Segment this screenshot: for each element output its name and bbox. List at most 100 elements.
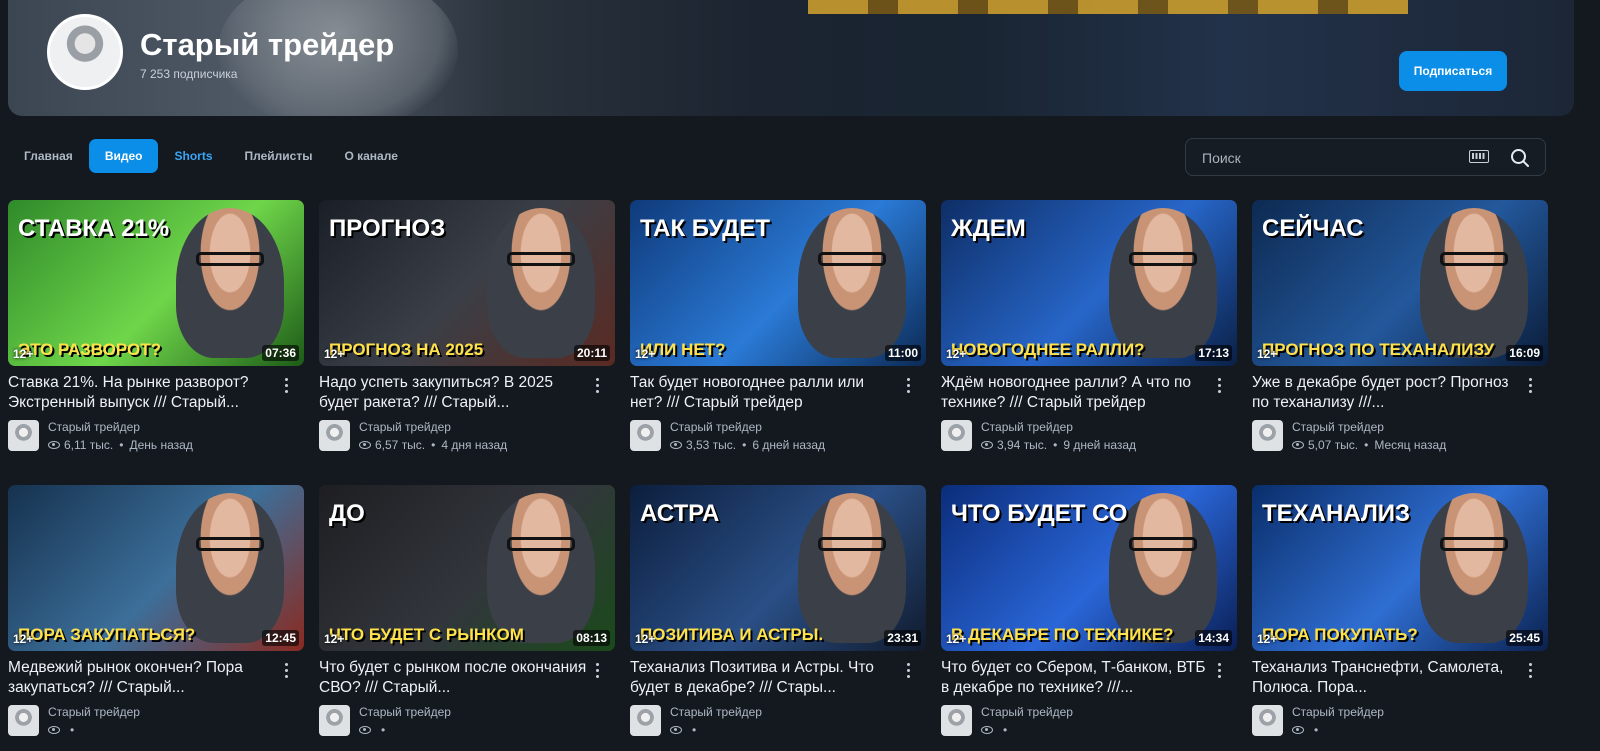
video-thumbnail[interactable]: ДО ЧТО БУДЕТ С РЫНКОМ 12+ 08:13 <box>319 485 615 651</box>
thumbnail-glasses <box>196 537 264 551</box>
age-rating-badge: 12+ <box>946 347 967 361</box>
tab-shorts[interactable]: Shorts <box>158 139 228 173</box>
video-thumbnail[interactable]: АСТРА ПОЗИТИВА И АСТРЫ. 12+ 23:31 <box>630 485 926 651</box>
video-channel-name[interactable]: Старый трейдер <box>981 705 1073 719</box>
search-icon[interactable] <box>1510 148 1530 168</box>
thumbnail-glasses <box>196 252 264 266</box>
views-eye-icon <box>359 726 371 734</box>
channel-avatar-small[interactable] <box>8 705 39 736</box>
video-card[interactable]: ЧТО БУДЕТ СО В ДЕКАБРЕ ПО ТЕХНИКЕ? 12+ 1… <box>941 485 1237 751</box>
video-card[interactable]: ТЕХАНАЛИЗ ПОРА ПОКУПАТЬ? 12+ 25:45 Техан… <box>1252 485 1548 751</box>
view-count: 6,11 тыс. <box>64 438 114 452</box>
channel-tabs: Главная Видео Shorts Плейлисты О канале <box>8 139 414 173</box>
video-card[interactable]: ПРОГНОЗ ПРОГНОЗ НА 2025 12+ 20:11 Надо у… <box>319 200 615 466</box>
video-title[interactable]: Ставка 21%. На рынке разворот? Экстренны… <box>8 373 276 413</box>
video-meta: • <box>1292 723 1324 737</box>
thumbnail-headline: СТАВКА 21% <box>18 215 170 242</box>
thumbnail-glasses <box>507 252 575 266</box>
video-meta: 3,94 тыс. • 9 дней назад <box>981 438 1136 452</box>
tab-about[interactable]: О канале <box>328 139 413 173</box>
age-rating-badge: 12+ <box>324 632 345 646</box>
more-options-icon[interactable] <box>1522 660 1538 682</box>
more-options-icon[interactable] <box>278 375 294 397</box>
more-options-icon[interactable] <box>278 660 294 682</box>
video-card[interactable]: ПОРА ЗАКУПАТЬСЯ? 12+ 12:45 Медвежий рыно… <box>8 485 304 751</box>
meta-separator: • <box>1053 438 1058 452</box>
video-thumbnail[interactable]: ЖДЕМ НОВОГОДНЕЕ РАЛЛИ? 12+ 17:13 <box>941 200 1237 366</box>
video-thumbnail[interactable]: ПОРА ЗАКУПАТЬСЯ? 12+ 12:45 <box>8 485 304 651</box>
channel-avatar-small[interactable] <box>1252 705 1283 736</box>
keyboard-icon[interactable] <box>1469 150 1489 163</box>
thumbnail-subtitle: ПРОГНОЗ НА 2025 <box>329 340 484 359</box>
video-title[interactable]: Что будет с рынком после окончания СВО? … <box>319 658 587 698</box>
video-card[interactable]: ЖДЕМ НОВОГОДНЕЕ РАЛЛИ? 12+ 17:13 Ждём но… <box>941 200 1237 466</box>
more-options-icon[interactable] <box>900 375 916 397</box>
video-card[interactable]: СТАВКА 21% ЭТО РАЗВОРОТ? 12+ 07:36 Ставк… <box>8 200 304 466</box>
thumbnail-headline: ТАК БУДЕТ <box>640 215 770 242</box>
more-options-icon[interactable] <box>1211 375 1227 397</box>
subscribe-button[interactable]: Подписаться <box>1399 51 1507 91</box>
thumbnail-person <box>176 493 284 643</box>
thumbnail-glasses <box>1440 537 1508 551</box>
tab-videos[interactable]: Видео <box>88 139 159 173</box>
video-title[interactable]: Медвежий рынок окончен? Пора закупаться?… <box>8 658 276 698</box>
video-channel-name[interactable]: Старый трейдер <box>1292 705 1384 719</box>
tab-home[interactable]: Главная <box>8 139 89 173</box>
view-count: 3,94 тыс. <box>997 438 1048 452</box>
search-box <box>1185 138 1546 177</box>
video-duration: 23:31 <box>884 630 921 646</box>
channel-avatar-small[interactable] <box>630 420 661 451</box>
more-options-icon[interactable] <box>900 660 916 682</box>
video-thumbnail[interactable]: ТЕХАНАЛИЗ ПОРА ПОКУПАТЬ? 12+ 25:45 <box>1252 485 1548 651</box>
thumbnail-person <box>1420 493 1528 643</box>
upload-date: Месяц назад <box>1374 438 1447 452</box>
upload-date: 4 дня назад <box>441 438 508 452</box>
video-channel-name[interactable]: Старый трейдер <box>670 705 762 719</box>
more-options-icon[interactable] <box>1211 660 1227 682</box>
video-thumbnail[interactable]: ЧТО БУДЕТ СО В ДЕКАБРЕ ПО ТЕХНИКЕ? 12+ 1… <box>941 485 1237 651</box>
video-channel-name[interactable]: Старый трейдер <box>670 420 762 434</box>
search-input[interactable] <box>1200 139 1454 177</box>
channel-avatar-small[interactable] <box>630 705 661 736</box>
video-thumbnail[interactable]: ПРОГНОЗ ПРОГНОЗ НА 2025 12+ 20:11 <box>319 200 615 366</box>
video-card[interactable]: ДО ЧТО БУДЕТ С РЫНКОМ 12+ 08:13 Что буде… <box>319 485 615 751</box>
video-meta: • <box>48 723 80 737</box>
video-title[interactable]: Уже в декабре будет рост? Прогноз по тех… <box>1252 373 1520 413</box>
video-channel-name[interactable]: Старый трейдер <box>359 420 451 434</box>
views-eye-icon <box>670 726 682 734</box>
video-meta: 6,57 тыс. • 4 дня назад <box>359 438 507 452</box>
video-title[interactable]: Надо успеть закупиться? В 2025 будет рак… <box>319 373 587 413</box>
video-title[interactable]: Так будет новогоднее ралли или нет? /// … <box>630 373 898 413</box>
channel-avatar-small[interactable] <box>941 420 972 451</box>
more-options-icon[interactable] <box>1522 375 1538 397</box>
video-card[interactable]: СЕЙЧАС ПРОГНОЗ ПО ТЕХАНАЛИЗУ 12+ 16:09 У… <box>1252 200 1548 466</box>
thumbnail-glasses <box>1129 537 1197 551</box>
video-channel-name[interactable]: Старый трейдер <box>1292 420 1384 434</box>
video-thumbnail[interactable]: ТАК БУДЕТ ИЛИ НЕТ? 12+ 11:00 <box>630 200 926 366</box>
video-channel-name[interactable]: Старый трейдер <box>48 420 140 434</box>
video-channel-name[interactable]: Старый трейдер <box>48 705 140 719</box>
channel-avatar-small[interactable] <box>319 420 350 451</box>
channel-avatar[interactable] <box>47 14 123 90</box>
video-title[interactable]: Ждём новогоднее ралли? А что по технике?… <box>941 373 1209 413</box>
channel-avatar-small[interactable] <box>319 705 350 736</box>
channel-avatar-small[interactable] <box>941 705 972 736</box>
age-rating-badge: 12+ <box>1257 347 1278 361</box>
more-options-icon[interactable] <box>589 660 605 682</box>
channel-avatar-small[interactable] <box>1252 420 1283 451</box>
age-rating-badge: 12+ <box>635 347 656 361</box>
video-thumbnail[interactable]: СТАВКА 21% ЭТО РАЗВОРОТ? 12+ 07:36 <box>8 200 304 366</box>
video-channel-name[interactable]: Старый трейдер <box>359 705 451 719</box>
video-card[interactable]: ТАК БУДЕТ ИЛИ НЕТ? 12+ 11:00 Так будет н… <box>630 200 926 466</box>
thumbnail-person <box>487 208 595 358</box>
video-channel-name[interactable]: Старый трейдер <box>981 420 1073 434</box>
video-title[interactable]: Что будет со Сбером, Т-банком, ВТБ в дек… <box>941 658 1209 698</box>
video-title[interactable]: Теханализ Транснефти, Самолета, Полюса. … <box>1252 658 1520 698</box>
age-rating-badge: 12+ <box>324 347 345 361</box>
more-options-icon[interactable] <box>589 375 605 397</box>
video-title[interactable]: Теханализ Позитива и Астры. Что будет в … <box>630 658 898 698</box>
tab-playlists[interactable]: Плейлисты <box>229 139 329 173</box>
video-thumbnail[interactable]: СЕЙЧАС ПРОГНОЗ ПО ТЕХАНАЛИЗУ 12+ 16:09 <box>1252 200 1548 366</box>
channel-avatar-small[interactable] <box>8 420 39 451</box>
video-card[interactable]: АСТРА ПОЗИТИВА И АСТРЫ. 12+ 23:31 Техана… <box>630 485 926 751</box>
